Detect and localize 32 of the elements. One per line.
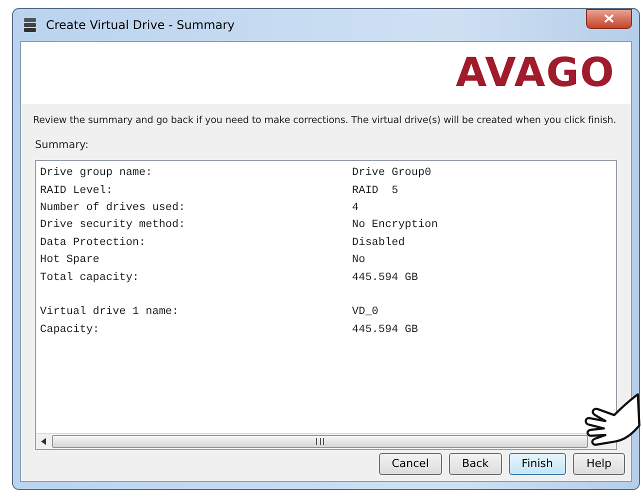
field-value: Disabled: [352, 236, 405, 251]
field-label: Total capacity:: [40, 270, 140, 286]
field-value: 445.594 GB: [352, 270, 418, 286]
summary-label: Summary:: [34, 138, 90, 154]
horizontal-scrollbar[interactable]: [36, 433, 616, 450]
close-button[interactable]: [586, 9, 632, 29]
field-value: RAID 5: [352, 184, 398, 199]
field-label: Number of drives used:: [40, 200, 186, 216]
dialog-button[interactable]: Cancel: [378, 453, 442, 475]
dialog-button[interactable]: Help: [573, 453, 625, 475]
field-label: Virtual drive 1 name:: [40, 305, 180, 320]
field-label: Hot Spare: [40, 253, 100, 268]
window-title: Create Virtual Drive - Summary: [46, 17, 235, 34]
field-label: Capacity:: [40, 322, 100, 338]
close-icon[interactable]: [604, 14, 614, 24]
dialog-button[interactable]: Back: [448, 453, 502, 475]
field-label: Data Protection:: [40, 236, 147, 251]
field-label: RAID Level:: [40, 184, 114, 199]
scroll-thumb[interactable]: [52, 435, 588, 448]
field-value: 4: [352, 200, 359, 216]
dialog-button[interactable]: Finish: [508, 453, 566, 475]
scroll-left-icon[interactable]: [41, 438, 47, 446]
field-value: No Encryption: [352, 218, 438, 234]
field-value: Drive Group0: [352, 166, 432, 182]
drive-stack-icon: [22, 17, 38, 33]
logo: AVAGO: [456, 53, 615, 93]
instruction-text: Review the summary and go back if you need to make corrections. The virtual drive(s) will be created when you click finish.: [32, 114, 618, 128]
field-value: VD_0: [352, 305, 378, 320]
field-label: Drive group name:: [40, 166, 154, 182]
field-label: Drive security method:: [40, 218, 186, 234]
field-value: 445.594 GB: [352, 322, 418, 338]
field-value: No: [352, 253, 366, 268]
